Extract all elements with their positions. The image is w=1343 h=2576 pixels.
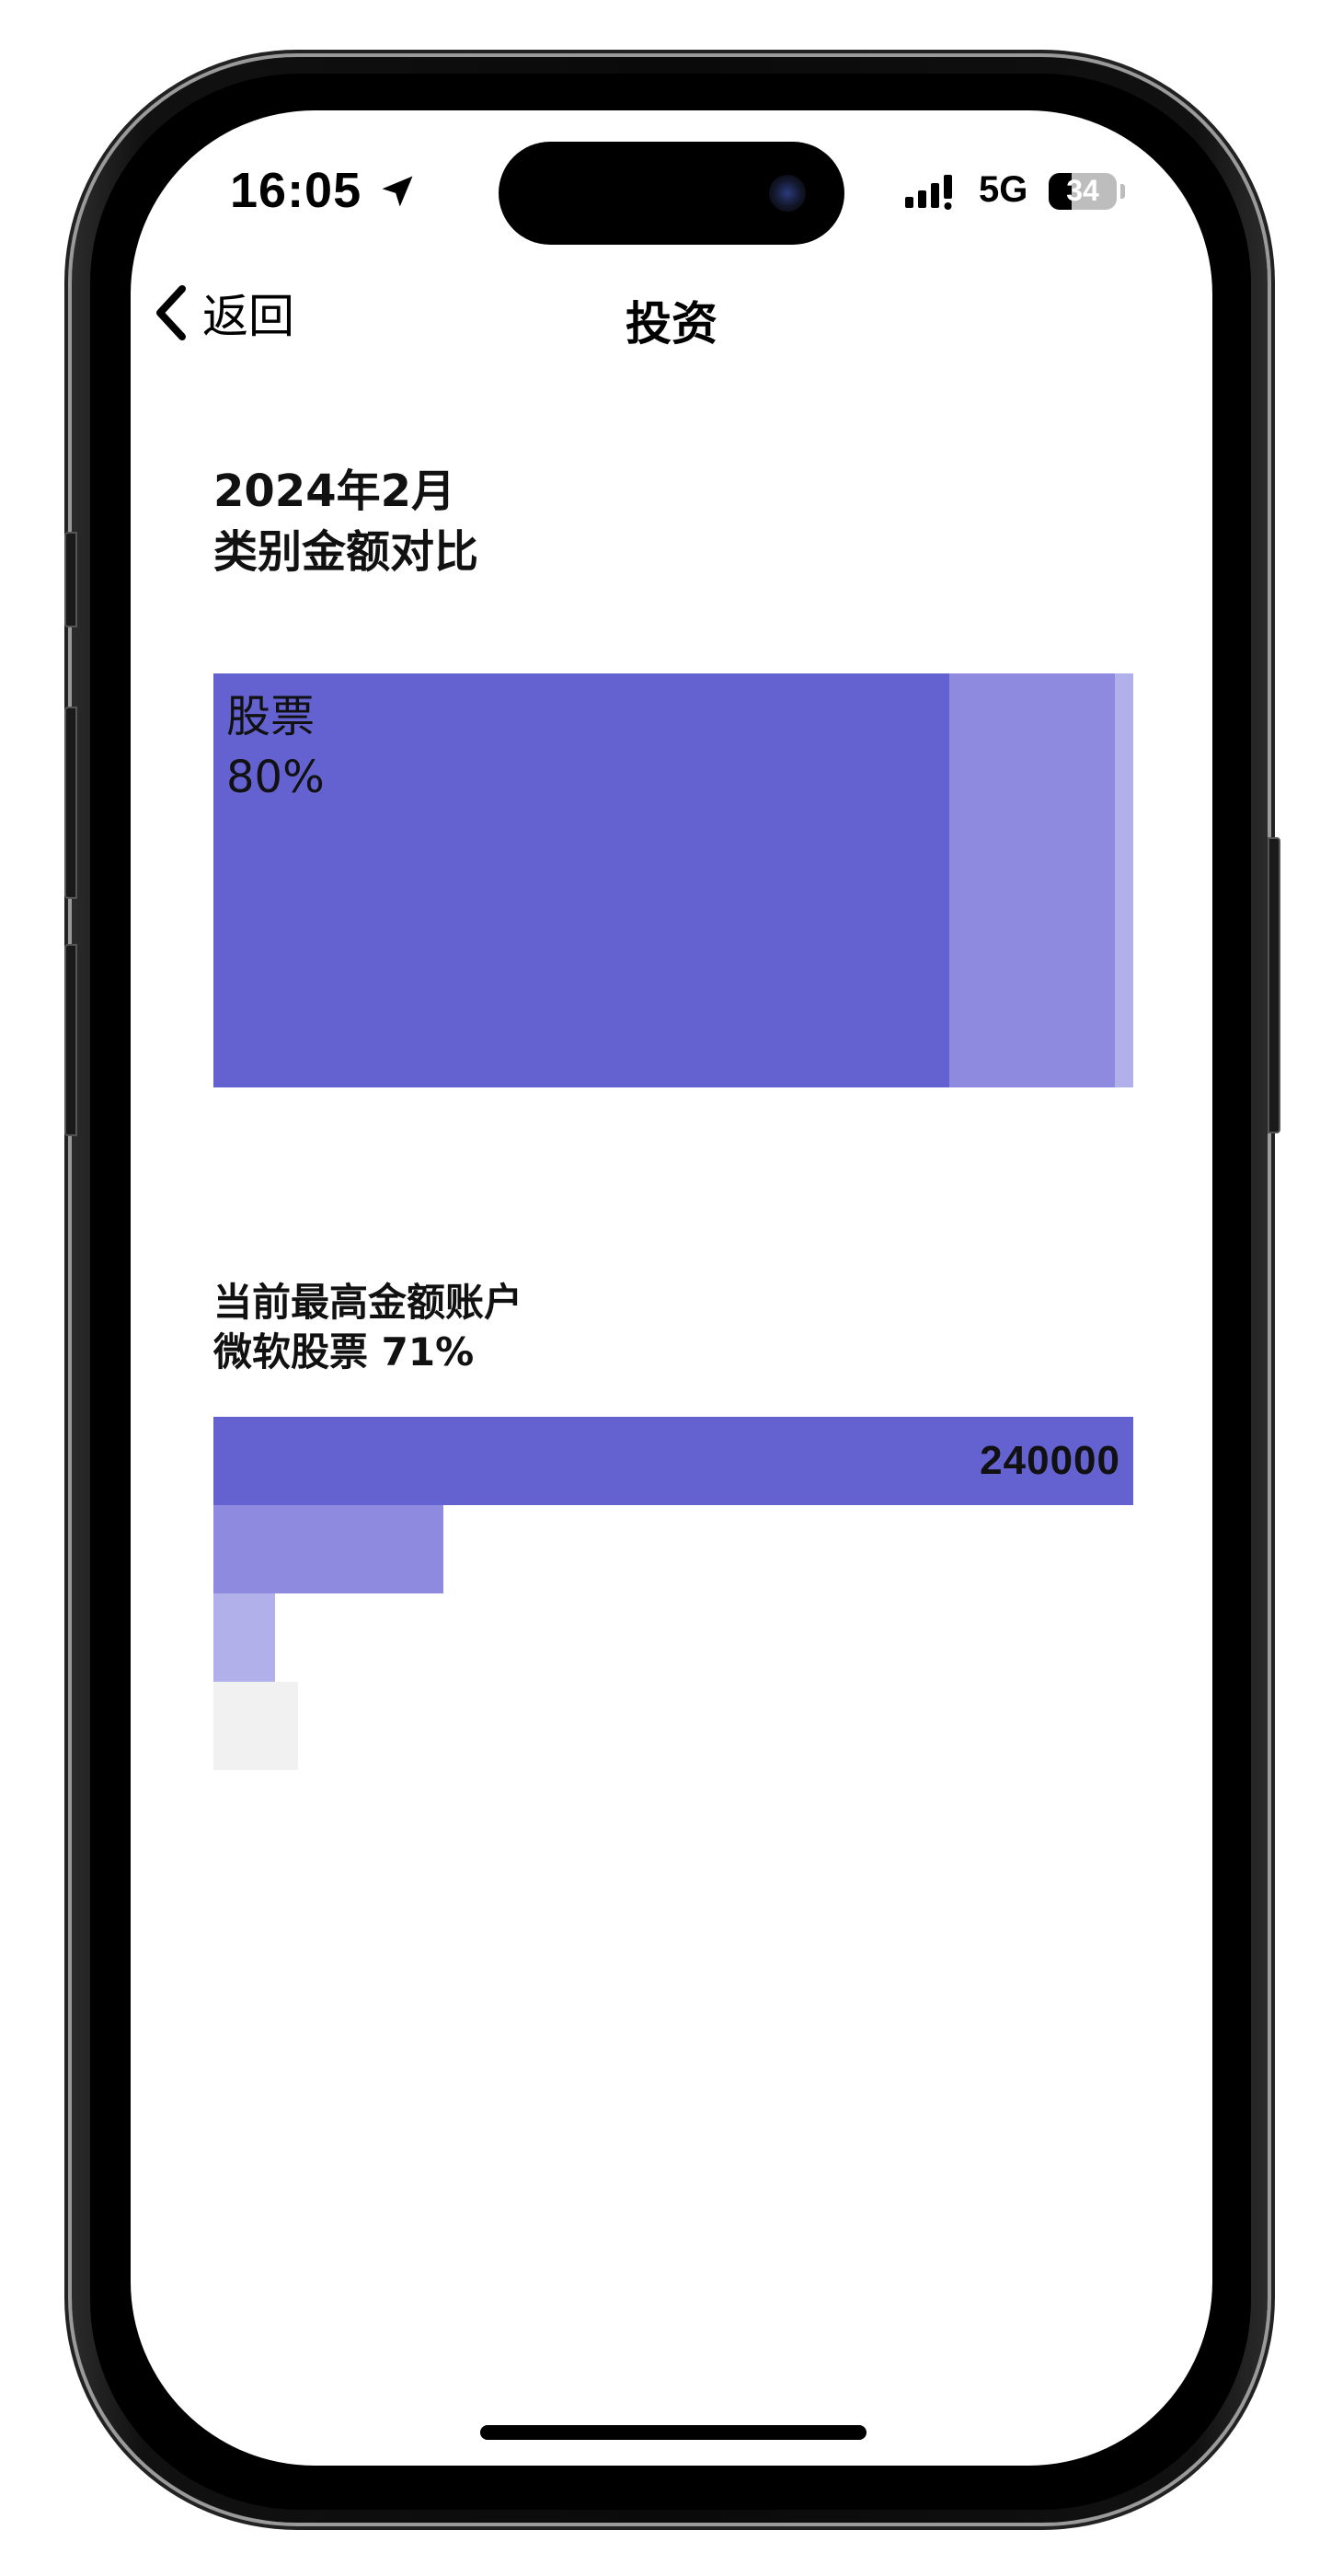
- section-subtitle: 类别金额对比: [213, 526, 479, 578]
- account-bar-row: 240000: [213, 1417, 1133, 1505]
- period-label: 2024年2月: [213, 466, 455, 517]
- account-bar-row: [213, 1505, 1133, 1593]
- category-percent: 80%: [226, 752, 325, 803]
- treemap-cell-stocks[interactable]: 股票 80%: [213, 673, 949, 1087]
- volume-down-button: [64, 944, 77, 1136]
- battery-icon: 34: [1049, 173, 1117, 210]
- account-bar-value: 240000: [980, 1438, 1120, 1483]
- treemap-cell-label: 股票 80%: [226, 686, 325, 808]
- top-account-heading: 当前最高金额账户: [213, 1280, 523, 1325]
- battery-cap: [1120, 184, 1125, 199]
- front-camera-icon: [769, 175, 806, 212]
- dynamic-island: [499, 142, 844, 245]
- category-treemap: 股票 80%: [213, 673, 1133, 1087]
- account-bar-3[interactable]: [213, 1593, 275, 1682]
- location-arrow-icon: [382, 176, 413, 207]
- account-bar-2[interactable]: [213, 1505, 443, 1593]
- treemap-cell-2[interactable]: [949, 673, 1115, 1087]
- action-button: [64, 532, 77, 627]
- home-indicator[interactable]: [480, 2425, 867, 2440]
- cellular-signal-icon: [905, 175, 952, 210]
- page-title: 投资: [626, 297, 717, 351]
- power-button: [1268, 837, 1280, 1133]
- screen: 16:05 5G 34 返回 投资 2024年2月 类别金额对比 股票 80%: [131, 110, 1212, 2466]
- treemap-cell-3[interactable]: [1115, 673, 1133, 1087]
- network-type: 5G: [979, 169, 1028, 210]
- status-time: 16:05: [230, 163, 362, 218]
- category-name: 股票: [226, 691, 316, 742]
- account-bar-row: [213, 1593, 1133, 1682]
- account-bar-row: [213, 1682, 1133, 1770]
- account-bar-4[interactable]: [213, 1682, 298, 1770]
- volume-up-button: [64, 707, 77, 899]
- top-account-name: 微软股票 71%: [213, 1329, 475, 1374]
- account-bar-chart: 240000: [213, 1417, 1133, 1770]
- battery-level: 34: [1066, 174, 1099, 207]
